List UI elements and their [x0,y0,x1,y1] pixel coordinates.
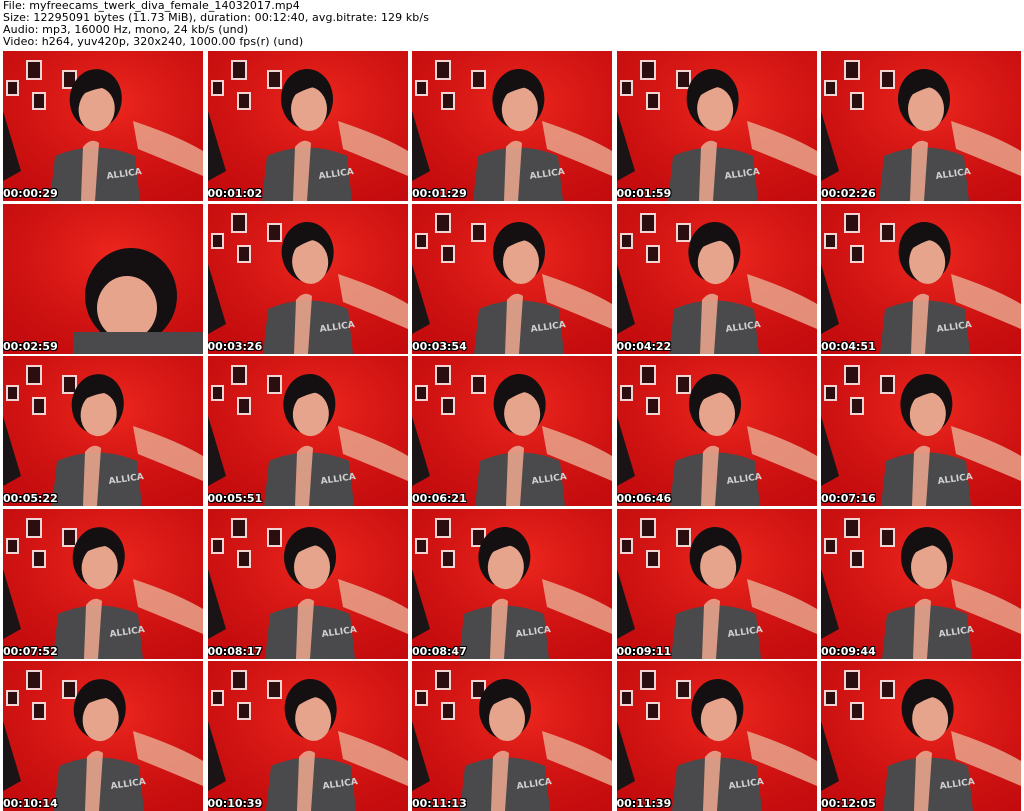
frame-timestamp: 00:02:26 [821,187,876,200]
frame-timestamp: 00:11:39 [616,797,672,810]
webcam-frame-image: ALLICA [207,508,408,659]
video-frame-thumbnail: ALLICA 00:08:17 [207,508,408,659]
webcam-frame-image: ALLICA [3,508,203,659]
video-frame-thumbnail: ALLICA 00:01:02 [207,51,408,201]
file-info-header: File: myfreecams_twerk_diva_female_14032… [3,0,1021,50]
webcam-frame-image: ALLICA [207,203,408,354]
frame-timestamp: 00:06:46 [616,492,672,505]
webcam-frame-image: ALLICA [412,51,612,201]
frame-timestamp: 00:00:29 [3,187,58,200]
webcam-frame-image: ALLICA [821,508,1021,659]
frame-timestamp: 00:08:17 [207,644,263,658]
webcam-frame-image: ALLICA [616,508,817,659]
video-frame-thumbnail: ALLICA 00:06:21 [412,356,612,506]
video-frame-thumbnail: ALLICA 00:05:51 [207,356,408,506]
frame-timestamp: 00:07:52 [3,644,58,658]
frame-timestamp: 00:04:51 [821,339,876,353]
webcam-frame-image: ALLICA [412,508,612,659]
webcam-frame-image: ALLICA [821,203,1021,354]
frame-timestamp: 00:05:51 [207,492,263,505]
video-frame-thumbnail: ALLICA 00:00:29 [3,51,203,201]
webcam-frame-image: ALLICA [3,51,203,201]
video-frame-thumbnail: ALLICA 00:07:52 [3,508,203,659]
frame-timestamp: 00:10:39 [207,797,263,810]
video-frame-thumbnail: ALLICA 00:02:26 [821,51,1021,201]
webcam-frame-image: ALLICA [616,203,817,354]
webcam-frame-image: ALLICA [412,356,612,506]
frame-timestamp: 00:08:47 [412,644,467,658]
webcam-frame-image: ALLICA [616,51,817,201]
video-frame-thumbnail: ALLICA 00:12:05 [821,661,1021,811]
frame-timestamp: 00:02:59 [3,339,58,353]
video-frame-thumbnail: ALLICA 00:11:39 [616,661,817,811]
video-frame-thumbnail: ALLICA 00:09:44 [821,508,1021,659]
frame-timestamp: 00:03:26 [207,339,263,353]
video-frame-thumbnail: ALLICA 00:04:22 [616,203,817,354]
frame-timestamp: 00:01:29 [412,187,467,200]
video-info-line: Video: h264, yuv420p, 320x240, 1000.00 f… [3,35,304,48]
video-frame-thumbnail: ALLICA 00:08:47 [412,508,612,659]
frame-timestamp: 00:05:22 [3,492,58,505]
webcam-frame-image [3,203,203,354]
video-frame-thumbnail: ALLICA 00:07:16 [821,356,1021,506]
video-frame-thumbnail: ALLICA 00:10:39 [207,661,408,811]
webcam-frame-image: ALLICA [3,661,203,811]
webcam-frame-image: ALLICA [821,51,1021,201]
webcam-frame-image: ALLICA [616,661,817,811]
video-frame-thumbnail: ALLICA 00:05:22 [3,356,203,506]
video-frame-thumbnail: ALLICA 00:01:29 [412,51,612,201]
frame-timestamp: 00:11:13 [412,797,467,810]
video-frame-thumbnail: ALLICA 00:06:46 [616,356,817,506]
video-frame-thumbnail: ALLICA 00:10:14 [3,661,203,811]
frame-timestamp: 00:01:02 [207,187,263,200]
webcam-frame-image: ALLICA [207,661,408,811]
video-frame-thumbnail: ALLICA 00:11:13 [412,661,612,811]
webcam-frame-image: ALLICA [412,661,612,811]
webcam-frame-image: ALLICA [3,356,203,506]
frame-timestamp: 00:12:05 [821,797,876,810]
frame-timestamp: 00:04:22 [616,339,672,353]
frame-timestamp: 00:07:16 [821,492,876,505]
webcam-frame-image: ALLICA [821,356,1021,506]
webcam-frame-image: ALLICA [207,356,408,506]
frame-timestamp: 00:06:21 [412,492,467,505]
frame-timestamp: 00:09:11 [616,644,672,658]
video-frame-thumbnail: ALLICA 00:04:51 [821,203,1021,354]
video-frame-thumbnail: ALLICA 00:03:26 [207,203,408,354]
webcam-frame-image: ALLICA [821,661,1021,811]
webcam-frame-image: ALLICA [616,356,817,506]
video-frame-thumbnail: 00:02:59 [3,203,203,354]
video-frame-thumbnail: ALLICA 00:03:54 [412,203,612,354]
webcam-frame-image: ALLICA [207,51,408,201]
webcam-frame-image: ALLICA [412,203,612,354]
frame-timestamp: 00:01:59 [616,187,672,200]
video-frame-thumbnail: ALLICA 00:01:59 [616,51,817,201]
frame-timestamp: 00:03:54 [412,339,467,353]
frame-timestamp: 00:10:14 [3,797,58,810]
frame-timestamp: 00:09:44 [821,644,876,658]
thumbnail-grid: ALLICA 00:00:29 ALLICA 00:01:02 ALLICA 0… [3,51,1021,811]
video-frame-thumbnail: ALLICA 00:09:11 [616,508,817,659]
